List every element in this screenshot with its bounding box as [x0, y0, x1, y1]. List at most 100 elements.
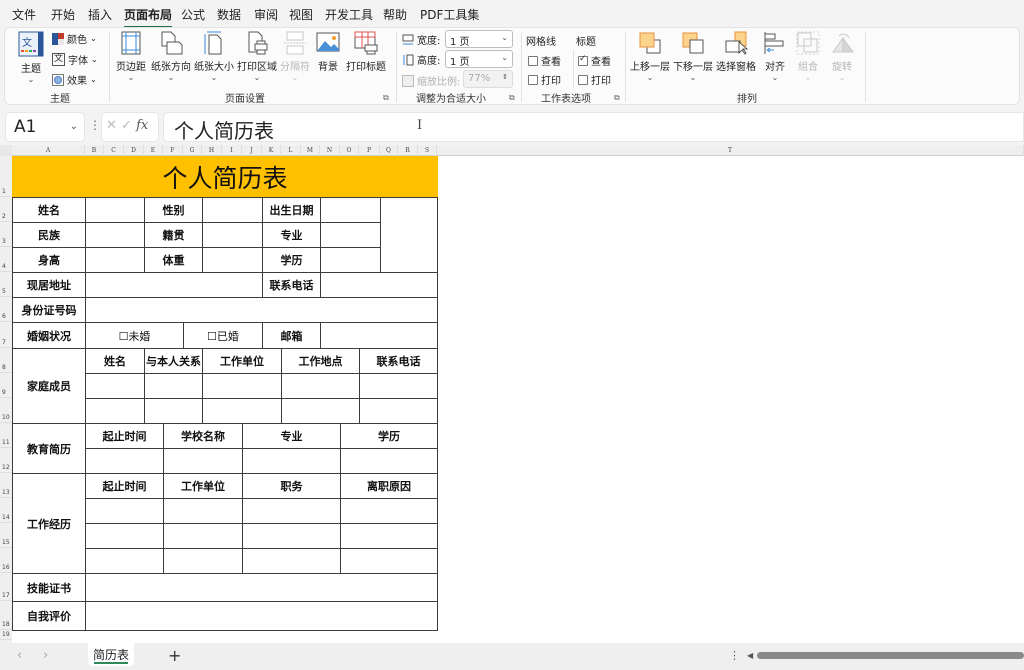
menu-tab-file[interactable]: 文件: [12, 6, 36, 23]
label-weight[interactable]: 体重: [144, 247, 203, 273]
menu-tab-pdf-tools[interactable]: PDF工具集: [420, 6, 479, 23]
column-header[interactable]: G: [183, 145, 202, 156]
work-header[interactable]: 职务: [242, 473, 341, 499]
row-header[interactable]: 18: [0, 601, 12, 630]
option-married[interactable]: ☐已婚: [183, 322, 263, 349]
input-email[interactable]: [320, 322, 438, 349]
education-header[interactable]: 专业: [242, 423, 341, 449]
work-input[interactable]: [85, 523, 164, 549]
headings-print-checkbox[interactable]: 打印: [578, 72, 611, 87]
row-header[interactable]: 7: [0, 322, 12, 348]
education-header[interactable]: 学校名称: [163, 423, 243, 449]
education-input[interactable]: [242, 448, 341, 474]
column-header[interactable]: F: [163, 145, 183, 156]
label-self-evaluation[interactable]: 自我评价: [12, 601, 86, 631]
family-header[interactable]: 与本人关系: [144, 348, 203, 374]
label-work-history[interactable]: 工作经历: [12, 473, 86, 574]
work-header[interactable]: 离职原因: [340, 473, 438, 499]
input-native-place[interactable]: [202, 222, 263, 248]
column-header[interactable]: L: [281, 145, 301, 156]
label-gender[interactable]: 性别: [144, 197, 203, 223]
label-ethnicity[interactable]: 民族: [12, 222, 86, 248]
row-header[interactable]: 11: [0, 423, 12, 448]
sheet-options-launcher-icon[interactable]: ⧉: [614, 93, 620, 103]
column-header[interactable]: C: [104, 145, 124, 156]
family-input[interactable]: [281, 373, 360, 399]
gridlines-print-checkbox[interactable]: 打印: [528, 72, 561, 87]
menu-tab-formulas[interactable]: 公式: [181, 6, 205, 23]
themes-button[interactable]: 文 主题 ⌄: [15, 30, 47, 84]
colors-button[interactable]: 颜色 ⌄: [52, 31, 97, 46]
row-header[interactable]: 1: [0, 156, 12, 197]
work-input[interactable]: [163, 498, 243, 524]
work-input[interactable]: [163, 523, 243, 549]
label-name[interactable]: 姓名: [12, 197, 86, 223]
group-button[interactable]: 组合 ⌄: [794, 30, 822, 82]
row-header[interactable]: 5: [0, 272, 12, 297]
work-input[interactable]: [85, 498, 164, 524]
education-input[interactable]: [163, 448, 243, 474]
chevron-right-icon[interactable]: ›: [43, 648, 48, 663]
input-education[interactable]: [320, 247, 381, 273]
work-input[interactable]: [340, 523, 438, 549]
label-birth-date[interactable]: 出生日期: [262, 197, 321, 223]
gridlines-view-checkbox[interactable]: 查看: [528, 53, 561, 68]
label-phone[interactable]: 联系电话: [262, 272, 321, 298]
scroll-left-icon[interactable]: ◀: [747, 651, 753, 660]
rotate-button[interactable]: 旋转 ⌄: [828, 30, 856, 82]
input-birth-date[interactable]: [320, 197, 381, 223]
family-input[interactable]: [144, 398, 203, 424]
input-height[interactable]: [85, 247, 145, 273]
column-header[interactable]: R: [398, 145, 418, 156]
family-input[interactable]: [281, 398, 360, 424]
fonts-button[interactable]: 文 字体 ⌄: [52, 52, 98, 67]
input-weight[interactable]: [202, 247, 263, 273]
input-address[interactable]: [85, 272, 263, 298]
work-input[interactable]: [242, 523, 341, 549]
width-select[interactable]: 1 页 ⌄: [445, 30, 513, 48]
label-id-number[interactable]: 身份证号码: [12, 297, 86, 323]
menu-tab-home[interactable]: 开始: [51, 6, 75, 23]
row-header[interactable]: 19: [0, 630, 12, 640]
work-header[interactable]: 起止时间: [85, 473, 164, 499]
add-sheet-button[interactable]: +: [168, 646, 181, 665]
label-education[interactable]: 学历: [262, 247, 321, 273]
title-cell[interactable]: 个人简历表: [12, 156, 438, 198]
column-header[interactable]: B: [85, 145, 104, 156]
row-header[interactable]: 8: [0, 348, 12, 373]
column-header[interactable]: Q: [380, 145, 398, 156]
column-header[interactable]: T: [437, 145, 1024, 156]
label-education-history[interactable]: 教育简历: [12, 423, 86, 474]
family-input[interactable]: [202, 398, 282, 424]
menu-tab-data[interactable]: 数据: [217, 6, 241, 23]
column-header[interactable]: O: [340, 145, 359, 156]
menu-tab-review[interactable]: 审阅: [254, 6, 278, 23]
formula-input[interactable]: 个人简历表 I: [163, 112, 1024, 143]
scale-input[interactable]: 77% ⇕: [463, 70, 513, 88]
input-self-evaluation[interactable]: [85, 601, 438, 631]
size-button[interactable]: 纸张大小 ⌄: [193, 30, 235, 82]
column-header[interactable]: H: [202, 145, 222, 156]
family-header[interactable]: 联系电话: [359, 348, 438, 374]
background-button[interactable]: 背景: [314, 30, 342, 73]
print-titles-button[interactable]: 打印标题: [346, 30, 386, 73]
label-address[interactable]: 现居地址: [12, 272, 86, 298]
work-header[interactable]: 工作单位: [163, 473, 243, 499]
family-header[interactable]: 姓名: [85, 348, 145, 374]
work-input[interactable]: [242, 498, 341, 524]
input-ethnicity[interactable]: [85, 222, 145, 248]
name-box[interactable]: A1 ⌄: [5, 112, 85, 142]
menu-tab-insert[interactable]: 插入: [88, 6, 112, 23]
input-gender[interactable]: [202, 197, 263, 223]
row-header[interactable]: 17: [0, 573, 12, 601]
row-header[interactable]: 16: [0, 548, 12, 573]
align-button[interactable]: 对齐 ⌄: [761, 30, 789, 82]
row-header[interactable]: 6: [0, 297, 12, 322]
select-all-corner[interactable]: [0, 145, 12, 156]
label-email[interactable]: 邮箱: [262, 322, 321, 349]
print-area-button[interactable]: 打印区域 ⌄: [236, 30, 278, 82]
effects-button[interactable]: 效果 ⌄: [52, 72, 97, 87]
column-header[interactable]: N: [320, 145, 340, 156]
input-id-number[interactable]: [85, 297, 438, 323]
family-input[interactable]: [144, 373, 203, 399]
